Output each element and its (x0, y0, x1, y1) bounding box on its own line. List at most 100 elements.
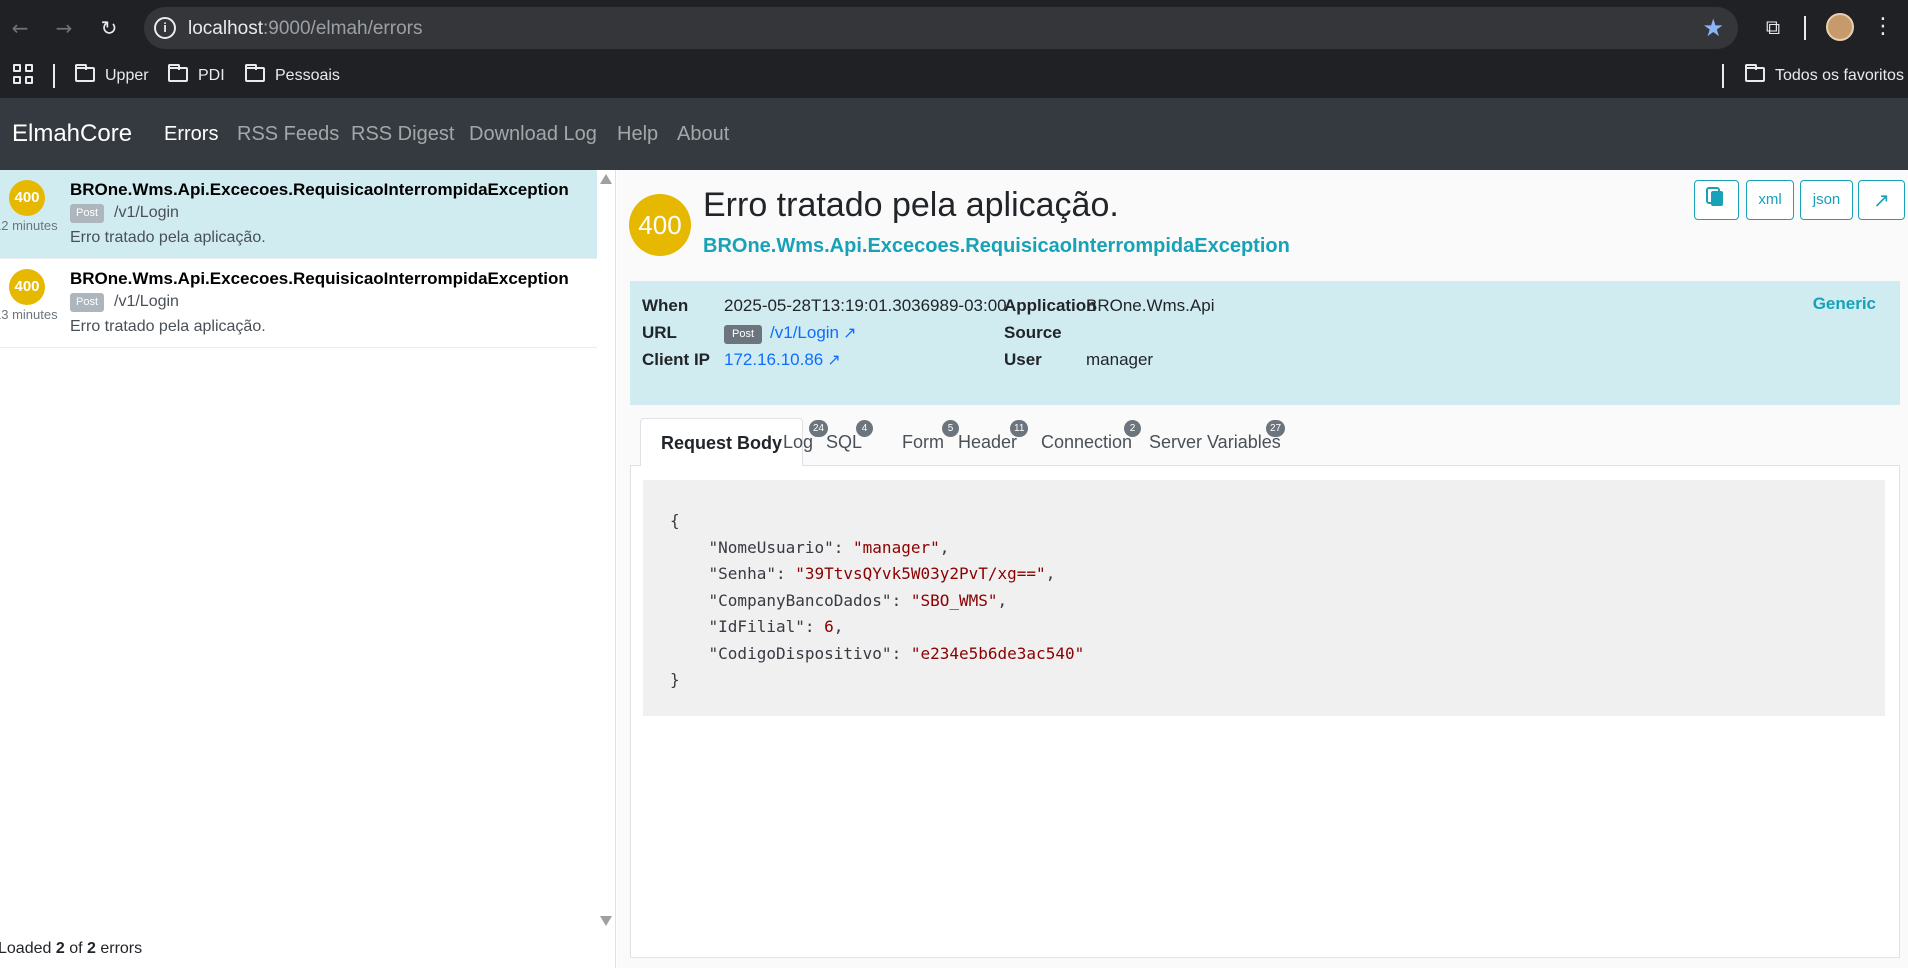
method-badge: Post (70, 204, 105, 223)
tab-sql[interactable]: SQL 4 (826, 418, 873, 466)
nav-rss-feeds[interactable]: RSS Feeds (237, 123, 339, 146)
url-link[interactable]: /v1/Login (770, 323, 839, 342)
reload-icon[interactable]: ↻ (95, 14, 123, 42)
code-line: "CodigoDispositivo": "e234e5b6de3ac540" (708, 643, 1085, 663)
error-time: 12 minutes (0, 218, 58, 233)
app-brand[interactable]: ElmahCore (12, 120, 132, 148)
application-value: BROne.Wms.Api (1086, 296, 1215, 315)
loaded-status: Loaded 2 of 2 errors (0, 940, 143, 957)
bookmarks-divider (53, 64, 55, 88)
tab-request-body[interactable]: Request Body (640, 418, 804, 467)
error-type: BROne.Wms.Api.Excecoes.RequisicaoInterro… (70, 180, 569, 199)
source-label: Source (1004, 323, 1062, 342)
folder-icon (168, 64, 188, 82)
when-value: 2025-05-28T13:19:01.3036989-03:00 (724, 296, 1007, 315)
generic-link[interactable]: Generic (1813, 294, 1876, 314)
code-line: "Senha": "39TtvsQYvk5W03y2PvT/xg==", (708, 564, 1056, 583)
client-ip-label: Client IP (642, 350, 711, 369)
code-line: "IdFilial": 6, (708, 617, 844, 636)
address-bar[interactable]: i localhost:9000/elmah/errors ★ (144, 7, 1738, 49)
scroll-up-arrow-icon[interactable] (600, 174, 612, 184)
status-code-badge: 400 (9, 269, 45, 305)
code-line: "NomeUsuario": "manager", (708, 537, 950, 557)
profile-avatar[interactable] (1826, 13, 1854, 41)
error-time: 13 minutes (0, 307, 58, 322)
tab-count-badge: 2 (1124, 420, 1141, 437)
forward-arrow-icon[interactable]: → (50, 14, 78, 42)
external-link-icon[interactable]: ↗ (827, 350, 840, 369)
method-badge: Post (70, 293, 105, 312)
copy-icon (1710, 191, 1723, 206)
site-info-icon[interactable]: i (154, 17, 176, 39)
url-label: URL (642, 323, 677, 342)
bookmark-star-icon[interactable]: ★ (1702, 14, 1724, 42)
request-body-panel: { "NomeUsuario": "manager", "Senha": "39… (630, 466, 1900, 958)
nav-about[interactable]: About (677, 123, 729, 146)
url-value: Post/v1/Login ↗ (724, 323, 856, 344)
url-text[interactable]: localhost:9000/elmah/errors (188, 18, 422, 40)
tab-form[interactable]: Form 5 (902, 418, 959, 466)
folder-icon (75, 64, 95, 82)
code-brace-open: { (670, 511, 680, 530)
application-label: Application (1004, 296, 1097, 315)
tab-count-badge: 4 (856, 420, 873, 437)
scroll-down-arrow-icon[interactable] (600, 916, 612, 926)
status-code-badge: 400 (629, 194, 691, 256)
extensions-puzzle-icon[interactable]: ⧉ (1758, 12, 1788, 42)
error-url: /v1/Login (114, 293, 179, 310)
error-info-box: When 2025-05-28T13:19:01.3036989-03:00 U… (630, 281, 1900, 405)
folder-icon (1745, 64, 1765, 82)
tab-count-badge: 5 (942, 420, 959, 437)
method-badge: Post (724, 325, 763, 344)
code-brace-close: } (670, 670, 680, 689)
detail-exception-type[interactable]: BROne.Wms.Api.Excecoes.RequisicaoInterro… (703, 235, 1290, 258)
bookmark-pdi[interactable]: PDI (168, 64, 225, 88)
copy-button[interactable] (1694, 180, 1739, 220)
error-list-item[interactable]: 400 12 minutes BROne.Wms.Api.Excecoes.Re… (0, 170, 597, 259)
detail-title: Erro tratado pela aplicação. (703, 186, 1119, 224)
open-new-window-button[interactable]: ↗ (1858, 180, 1905, 220)
request-body-code: { "NomeUsuario": "manager", "Senha": "39… (643, 480, 1885, 716)
nav-errors[interactable]: Errors (164, 123, 218, 146)
nav-rss-digest[interactable]: RSS Digest (351, 123, 454, 146)
tab-header[interactable]: Header 11 (958, 418, 1029, 466)
user-label: User (1004, 350, 1042, 369)
nav-help[interactable]: Help (617, 123, 658, 146)
json-button[interactable]: json (1800, 180, 1853, 220)
nav-download-log[interactable]: Download Log (469, 123, 597, 146)
detail-tabs: Request Body Log 24 SQL 4 Form 5 Header 11 C… (630, 418, 1900, 467)
toolbar-divider (1804, 16, 1806, 40)
back-arrow-icon[interactable]: ← (6, 14, 34, 42)
client-ip-link[interactable]: 172.16.10.86 (724, 350, 823, 369)
bookmark-upper[interactable]: Upper (75, 64, 149, 88)
bookmarks-divider (1722, 64, 1724, 88)
error-url: /v1/Login (114, 204, 179, 221)
when-label: When (642, 296, 689, 315)
external-link-icon: ↗ (1873, 188, 1890, 212)
user-value: manager (1086, 350, 1154, 369)
error-type: BROne.Wms.Api.Excecoes.RequisicaoInterro… (70, 269, 569, 288)
apps-grid-icon[interactable] (13, 64, 35, 86)
tab-count-badge: 27 (1266, 420, 1286, 437)
folder-icon (245, 64, 265, 82)
error-list-item[interactable]: 400 13 minutes BROne.Wms.Api.Excecoes.Re… (0, 259, 597, 348)
status-code-badge: 400 (9, 180, 45, 216)
external-link-icon[interactable]: ↗ (843, 323, 856, 342)
error-message: Erro tratado pela aplicação. (70, 229, 266, 246)
tab-log[interactable]: Log 24 (783, 418, 829, 466)
app-navbar: ElmahCore Errors RSS Feeds RSS Digest Do… (0, 98, 1908, 170)
code-line: "CompanyBancoDados": "SBO_WMS", (708, 590, 1008, 610)
tab-count-badge: 11 (1010, 420, 1029, 437)
bookmark-all-favorites[interactable]: Todos os favoritos (1745, 64, 1904, 88)
bookmarks-bar: Upper PDI Pessoais Todos os favoritos (0, 56, 1908, 98)
bookmark-pessoais[interactable]: Pessoais (245, 64, 340, 88)
tab-connection[interactable]: Connection 2 (1041, 418, 1141, 466)
error-message: Erro tratado pela aplicação. (70, 318, 266, 335)
error-detail-pane: 400 Erro tratado pela aplicação. BROne.W… (617, 170, 1908, 968)
browser-toolbar: ← → ↻ i localhost:9000/elmah/errors ★ ⧉ … (0, 0, 1908, 56)
xml-button[interactable]: xml (1746, 180, 1794, 220)
client-ip-value: 172.16.10.86 ↗ (724, 350, 841, 370)
error-list-pane: 400 12 minutes BROne.Wms.Api.Excecoes.Re… (0, 170, 616, 968)
tab-server-variables[interactable]: Server Variables 27 (1149, 418, 1286, 466)
browser-menu-icon[interactable]: ⋮ (1872, 12, 1894, 42)
